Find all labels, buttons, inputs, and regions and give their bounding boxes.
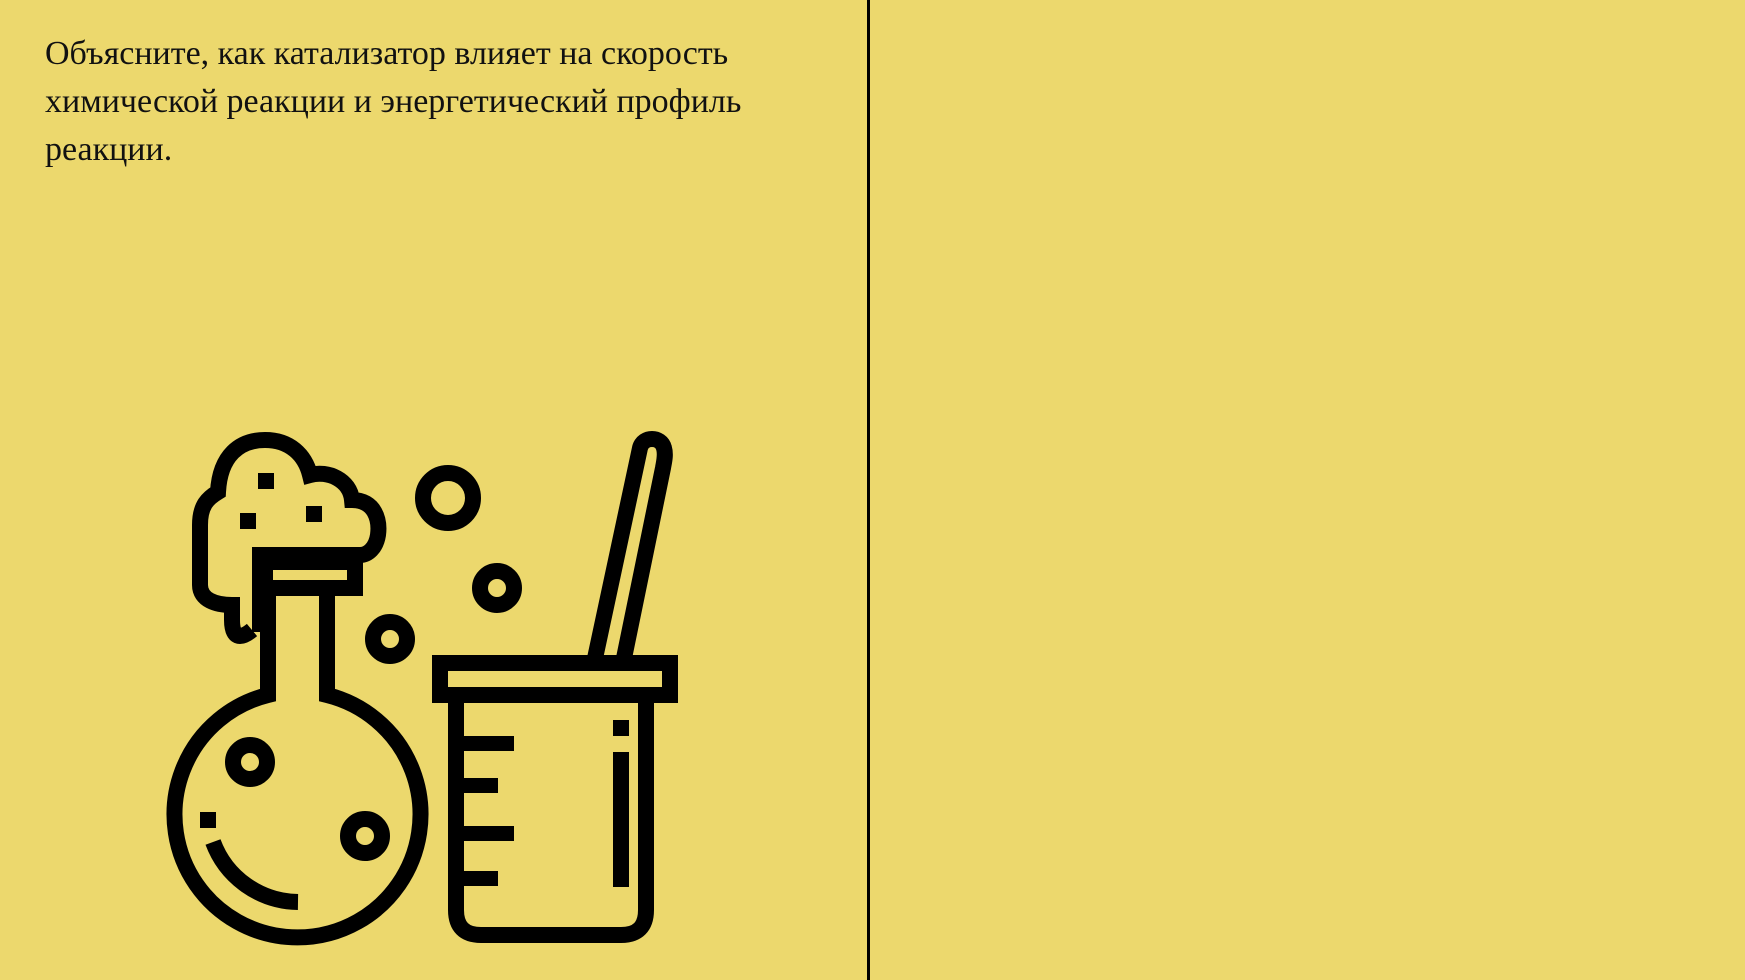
floating-bubble	[472, 563, 522, 613]
foam-dot	[306, 506, 322, 522]
answer-panel	[872, 0, 1745, 980]
foam-dot	[258, 473, 274, 489]
beaker-mark	[464, 871, 498, 886]
beaker-highlight	[613, 720, 629, 736]
foam-cloud-shape	[192, 431, 387, 644]
stirring-rod-shape	[586, 431, 673, 665]
slide: Объясните, как катализатор влияет на ско…	[0, 0, 1745, 980]
floating-bubble	[415, 465, 481, 531]
beaker-rim-shape	[432, 655, 678, 703]
chemistry-flask-beaker-icon	[166, 431, 678, 946]
flask-reflection-shape	[205, 838, 299, 910]
question-text: Объясните, как катализатор влияет на ско…	[45, 35, 742, 168]
flask-bubble	[225, 737, 275, 787]
foam-dot	[240, 513, 256, 529]
beaker-mark	[464, 736, 514, 751]
flask-body-shape	[166, 588, 429, 946]
flask-collar-shape	[257, 554, 363, 596]
question-panel: Объясните, как катализатор влияет на ско…	[0, 0, 868, 980]
floating-bubble	[365, 614, 415, 664]
flask-bubble	[340, 811, 390, 861]
panel-divider	[867, 0, 870, 980]
beaker-highlight	[613, 752, 629, 887]
flask-highlight-dash	[200, 812, 216, 828]
beaker-mark	[464, 826, 514, 841]
beaker-mark	[464, 778, 498, 793]
